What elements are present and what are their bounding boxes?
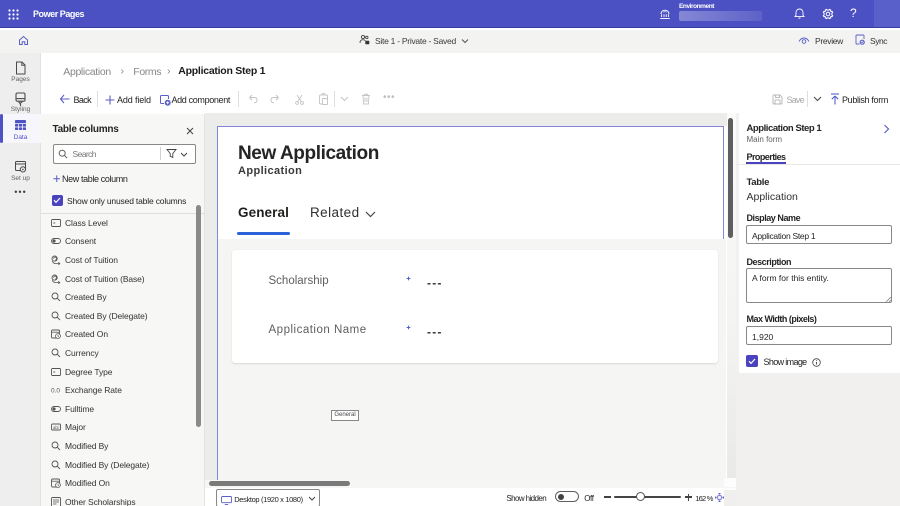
svg-text:abl: abl	[53, 425, 59, 430]
svg-text:0.0: 0.0	[51, 388, 60, 395]
